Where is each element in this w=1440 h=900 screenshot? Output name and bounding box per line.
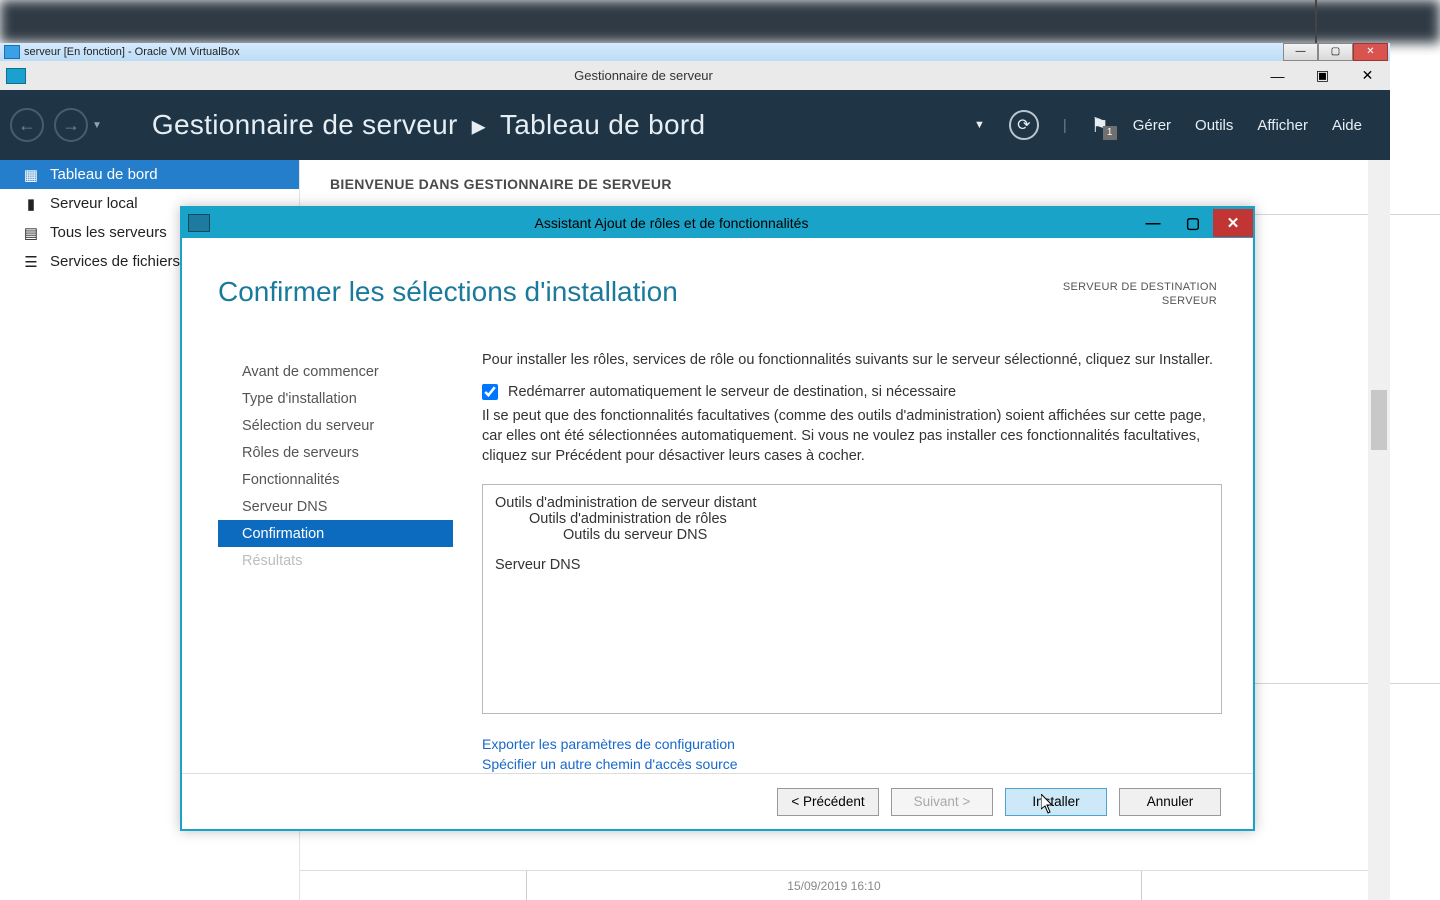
server-manager-title: Gestionnaire de serveur [32,68,1255,83]
export-config-link[interactable]: Exporter les paramètres de configuration [482,734,1222,754]
wizard-footer: < Précédent Suivant > Installer Annuler [182,773,1253,829]
refresh-button[interactable]: ⟳ [1009,110,1039,140]
wizard-maximize-button[interactable]: ▢ [1173,209,1213,237]
virtualbox-minimize-button[interactable]: — [1283,43,1318,61]
server-icon: ▮ [22,197,40,211]
scrollbar-thumb[interactable] [1371,390,1387,450]
menu-tools[interactable]: Outils [1195,117,1233,134]
breadcrumb-page[interactable]: Tableau de bord [500,109,705,141]
virtualbox-window-controls: — ▢ ✕ [1283,43,1388,61]
add-roles-wizard: Assistant Ajout de rôles et de fonctionn… [180,206,1255,831]
wizard-step-server-roles[interactable]: Rôles de serveurs [218,439,453,466]
server-manager-window-controls: — ▣ ✕ [1255,62,1390,89]
install-button[interactable]: Installer [1005,788,1107,816]
virtualbox-icon [4,45,20,59]
virtualbox-maximize-button[interactable]: ▢ [1318,43,1353,61]
sidebar-item-label: Tous les serveurs [50,224,167,241]
restart-checkbox[interactable] [482,384,498,400]
server-manager-close-button[interactable]: ✕ [1345,62,1390,89]
wizard-destination-info: SERVEUR DE DESTINATION SERVEUR [1063,280,1217,308]
nav-forward-button[interactable]: → [54,108,88,142]
wizard-step-nav: Avant de commencer Type d'installation S… [218,358,453,574]
wizard-body: Confirmer les sélections d'installation … [182,238,1253,829]
sidebar-item-label: Services de fichiers [50,253,180,270]
server-manager-maximize-button[interactable]: ▣ [1300,62,1345,89]
wizard-links: Exporter les paramètres de configuration… [482,734,1222,774]
cancel-button[interactable]: Annuler [1119,788,1221,816]
breadcrumb-separator-icon: ▸ [472,109,486,142]
alternate-source-link[interactable]: Spécifier un autre chemin d'accès source [482,754,1222,774]
virtualbox-title: serveur [En fonction] - Oracle VM Virtua… [24,46,240,58]
list-item: Outils d'administration de serveur dista… [495,495,1209,511]
virtualbox-close-button[interactable]: ✕ [1353,43,1388,61]
files-icon: ☰ [22,255,40,269]
menu-manage[interactable]: Gérer [1133,117,1171,134]
previous-button[interactable]: < Précédent [777,788,879,816]
wizard-dest-value: SERVEUR [1063,294,1217,308]
wizard-dest-label: SERVEUR DE DESTINATION [1063,280,1217,294]
wizard-close-button[interactable]: ✕ [1213,209,1253,237]
wizard-note-paragraph: Il se peut que des fonctionnalités facul… [482,406,1222,466]
wizard-page-title: Confirmer les sélections d'installation [218,276,678,308]
menu-view[interactable]: Afficher [1257,117,1308,134]
server-manager-minimize-button[interactable]: — [1255,62,1300,89]
wizard-title: Assistant Ajout de rôles et de fonctionn… [210,215,1133,231]
wizard-step-before-you-begin[interactable]: Avant de commencer [218,358,453,385]
breadcrumb-root[interactable]: Gestionnaire de serveur [152,109,458,141]
wizard-step-server-selection[interactable]: Sélection du serveur [218,412,453,439]
wizard-step-features[interactable]: Fonctionnalités [218,466,453,493]
next-button: Suivant > [891,788,993,816]
nav-history-dropdown[interactable]: ▼ [92,120,102,131]
list-item: Serveur DNS [495,557,1209,573]
wizard-selection-list[interactable]: Outils d'administration de serveur dista… [482,484,1222,714]
server-manager-icon [6,68,26,84]
wizard-icon [188,214,210,232]
main-vertical-scrollbar[interactable] [1368,160,1390,900]
wizard-minimize-button[interactable]: — [1133,209,1173,237]
list-gap [495,543,1209,557]
wizard-step-dns-server[interactable]: Serveur DNS [218,493,453,520]
notifications-flag-button[interactable]: ⚑ 1 [1091,113,1109,138]
band-right-group: ▼ ⟳ | ⚑ 1 Gérer Outils Afficher Aide [974,110,1390,140]
menu-help[interactable]: Aide [1332,117,1362,134]
taskbar: 15/09/2019 16:10 [300,870,1368,900]
sidebar-item-dashboard[interactable]: ▦ Tableau de bord [0,160,299,189]
notification-count-badge: 1 [1103,126,1117,140]
virtualbox-titlebar: serveur [En fonction] - Oracle VM Virtua… [0,43,1390,61]
wizard-content: Pour installer les rôles, services de rô… [482,350,1222,774]
taskbar-clock: 15/09/2019 16:10 [526,871,1141,900]
band-dropdown-icon[interactable]: ▼ [974,119,985,131]
list-item: Outils du serveur DNS [563,527,1209,543]
host-blurred-top [0,0,1440,43]
sidebar-item-label: Tableau de bord [50,166,158,183]
wizard-titlebar: Assistant Ajout de rôles et de fonctionn… [182,208,1253,238]
list-item: Outils d'administration de rôles [529,511,1209,527]
host-divider [1315,0,1317,43]
restart-checkbox-label: Redémarrer automatiquement le serveur de… [508,384,956,400]
wizard-step-confirmation[interactable]: Confirmation [218,520,453,547]
band-separator: | [1063,117,1067,134]
wizard-step-install-type[interactable]: Type d'installation [218,385,453,412]
breadcrumb: Gestionnaire de serveur ▸ Tableau de bor… [152,109,705,142]
nav-back-button[interactable]: ← [10,108,44,142]
wizard-step-results: Résultats [218,547,453,574]
servers-icon: ▤ [22,226,40,240]
server-manager-titlebar: Gestionnaire de serveur — ▣ ✕ [0,61,1390,90]
dashboard-icon: ▦ [22,168,40,182]
wizard-intro-paragraph: Pour installer les rôles, services de rô… [482,350,1222,370]
wizard-window-controls: — ▢ ✕ [1133,209,1253,237]
welcome-heading: BIENVENUE DANS GESTIONNAIRE DE SERVEUR [300,160,1368,208]
wizard-restart-checkbox-row[interactable]: Redémarrer automatiquement le serveur de… [482,384,1222,400]
wizard-header: Confirmer les sélections d'installation … [182,238,1253,318]
server-manager-band: ← → ▼ Gestionnaire de serveur ▸ Tableau … [0,90,1390,160]
sidebar-item-label: Serveur local [50,195,138,212]
